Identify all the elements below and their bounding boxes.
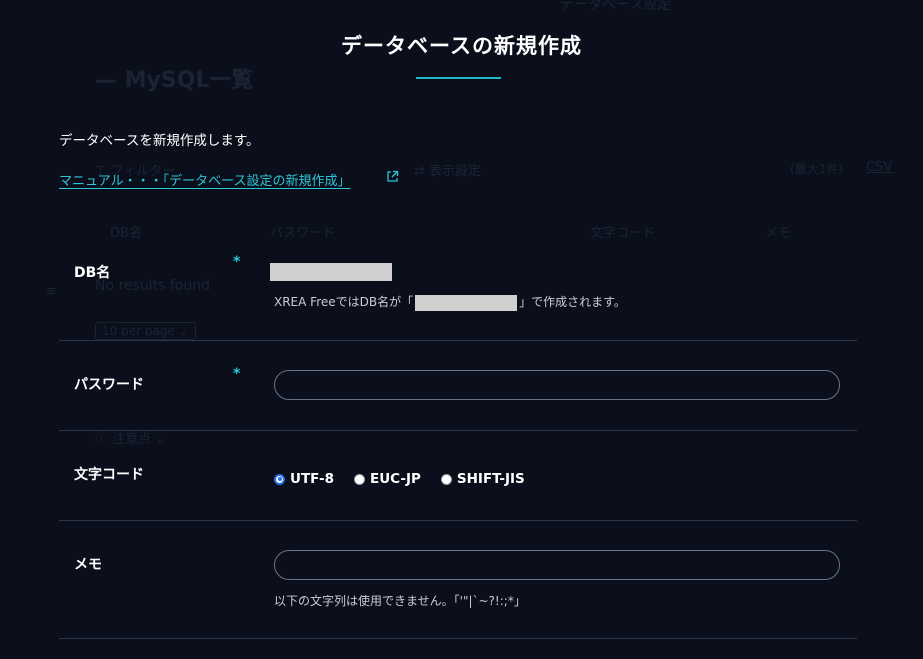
required-marker: * <box>233 254 241 270</box>
charset-option-eucjp[interactable]: EUC-JP <box>353 471 421 487</box>
charset-option-utf8[interactable]: UTF-8 <box>274 471 334 487</box>
intro-text: データベースを新規作成します。 <box>59 133 260 149</box>
dbname-redacted-value <box>270 263 392 281</box>
manual-link[interactable]: マニュアル・・・「データベース設定の新規作成」 <box>59 170 350 189</box>
charset-option-shiftjis[interactable]: SHIFT-JIS <box>440 471 525 487</box>
modal-title: データベースの新規作成 <box>341 34 582 58</box>
divider <box>59 520 857 521</box>
password-label: パスワード <box>74 377 144 393</box>
charset-option-label: EUC-JP <box>369 471 421 487</box>
memo-input[interactable] <box>274 550 840 580</box>
radio-button[interactable] <box>353 473 365 485</box>
dbname-note-suffix: 」で作成されます。 <box>519 295 626 309</box>
title-underline <box>416 77 501 79</box>
divider <box>59 430 857 431</box>
charset-option-label: SHIFT-JIS <box>456 471 525 487</box>
charset-label: 文字コード <box>74 467 144 483</box>
charset-radio-group: UTF-8 EUC-JP SHIFT-JIS <box>274 471 545 487</box>
divider <box>59 340 857 341</box>
dbname-label: DB名 <box>74 265 111 281</box>
divider <box>59 638 857 639</box>
required-marker: * <box>233 366 241 382</box>
dbname-note-prefix: XREA FreeではDB名が「 <box>274 295 414 309</box>
external-link-icon[interactable] <box>386 170 399 183</box>
create-database-modal: データベースの新規作成 データベースを新規作成します。 マニュアル・・・「データ… <box>0 0 923 659</box>
radio-button[interactable] <box>440 473 452 485</box>
radio-button[interactable] <box>274 473 285 485</box>
charset-option-label: UTF-8 <box>290 471 334 487</box>
memo-label: メモ <box>74 557 102 573</box>
memo-note: 以下の文字列は使用できません。「'"|`~?!:;*」 <box>274 594 526 608</box>
password-input[interactable] <box>274 370 840 400</box>
dbname-note: XREA FreeではDB名が「 」で作成されます。 <box>274 293 626 311</box>
dbname-redacted <box>415 294 518 311</box>
